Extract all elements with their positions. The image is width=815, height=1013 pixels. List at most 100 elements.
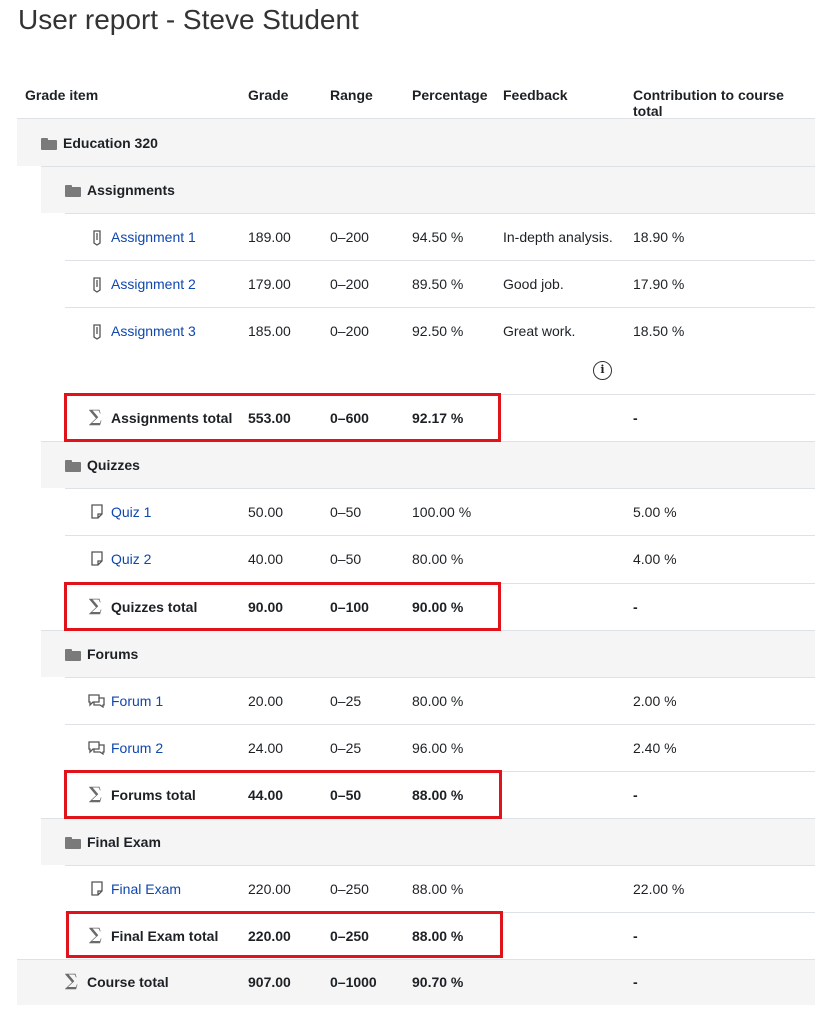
grade-value: 189.00	[248, 229, 291, 245]
col-percentage: Percentage	[412, 87, 488, 103]
grade-value: 90.00	[248, 599, 284, 615]
course-name: Education 320	[63, 135, 158, 151]
range-value: 0–1000	[330, 974, 377, 990]
page-title: User report - Steve Student	[18, 4, 359, 35]
item-link-quiz-2[interactable]: Quiz 2	[111, 551, 151, 567]
sigma-icon: ∑	[89, 407, 102, 427]
item-link-quiz-1[interactable]: Quiz 1	[111, 504, 151, 520]
col-feedback: Feedback	[503, 87, 568, 103]
contribution-value: 18.90 %	[633, 229, 685, 245]
table-header: Grade item Grade Range Percentage Feedba…	[0, 70, 815, 119]
percentage-value: 88.00 %	[412, 787, 464, 803]
grade-value: 179.00	[248, 276, 291, 292]
percentage-value: 80.00 %	[412, 693, 464, 709]
total-name: Assignments total	[111, 410, 233, 426]
folder-icon	[65, 185, 81, 197]
assignment-icon	[93, 324, 101, 340]
feedback-value: Great work.	[503, 323, 576, 339]
item-link-assignment-2[interactable]: Assignment 2	[111, 276, 196, 292]
grade-value: 20.00	[248, 693, 284, 709]
category-total-row: ∑ Forums total 44.00 0–50 88.00 % -	[65, 771, 815, 818]
percentage-value: 88.00 %	[412, 881, 464, 897]
table-row: Assignment 1 189.00 0–200 94.50 % In-dep…	[65, 213, 815, 260]
grade-value: 553.00	[248, 410, 291, 426]
category-name: Forums	[87, 646, 139, 662]
range-value: 0–250	[330, 928, 369, 944]
item-link-forum-2[interactable]: Forum 2	[111, 740, 163, 756]
feedback-value: In-depth analysis.	[503, 229, 613, 245]
grade-value: 24.00	[248, 740, 284, 756]
grade-value: 50.00	[248, 504, 284, 520]
contribution-value: -	[633, 599, 638, 615]
col-contribution: Contribution to course total	[633, 87, 784, 119]
sigma-icon: ∑	[65, 971, 78, 991]
total-name: Course total	[87, 974, 169, 990]
contribution-value: -	[633, 410, 638, 426]
contribution-value: 22.00 %	[633, 881, 685, 897]
percentage-value: 94.50 %	[412, 229, 464, 245]
percentage-value: 96.00 %	[412, 740, 464, 756]
range-value: 0–100	[330, 599, 369, 615]
grade-value: 220.00	[248, 928, 291, 944]
percentage-value: 92.50 %	[412, 323, 464, 339]
percentage-value: 92.17 %	[412, 410, 464, 426]
range-value: 0–50	[330, 787, 362, 803]
quiz-icon	[91, 504, 103, 519]
table-row: Forum 2 24.00 0–25 96.00 % 2.40 %	[65, 724, 815, 771]
percentage-value: 90.70 %	[412, 974, 464, 990]
item-link-assignment-1[interactable]: Assignment 1	[111, 229, 196, 245]
folder-icon	[65, 837, 81, 849]
folder-icon	[65, 460, 81, 472]
contribution-value: -	[633, 974, 638, 990]
forum-icon	[88, 694, 105, 708]
table-row: Quiz 1 50.00 0–50 100.00 % 5.00 %	[65, 488, 815, 535]
total-name: Final Exam total	[111, 928, 219, 944]
col-grade-item: Grade item	[25, 87, 99, 103]
forum-icon	[88, 741, 105, 755]
range-value: 0–600	[330, 410, 369, 426]
quiz-icon	[91, 551, 103, 566]
col-range: Range	[330, 87, 373, 103]
range-value: 0–200	[330, 276, 369, 292]
category-row-final-exam: Final Exam	[41, 818, 815, 865]
info-icon[interactable]: i	[593, 361, 612, 380]
grade-value: 44.00	[248, 787, 284, 803]
grade-value: 220.00	[248, 881, 291, 897]
table-row: Forum 1 20.00 0–25 80.00 % 2.00 %	[65, 677, 815, 724]
folder-icon	[41, 138, 57, 150]
contribution-value: 18.50 %	[633, 323, 685, 339]
category-name: Assignments	[87, 182, 175, 198]
range-value: 0–50	[330, 551, 362, 567]
course-category-row: Education 320	[17, 118, 815, 166]
sigma-icon: ∑	[89, 925, 102, 945]
col-grade: Grade	[248, 87, 289, 103]
percentage-value: 89.50 %	[412, 276, 464, 292]
table-row: Quiz 2 40.00 0–50 80.00 % 4.00 %	[65, 535, 815, 583]
quiz-icon	[91, 881, 103, 896]
assignment-icon	[93, 230, 101, 246]
range-value: 0–200	[330, 229, 369, 245]
item-link-forum-1[interactable]: Forum 1	[111, 693, 163, 709]
percentage-value: 88.00 %	[412, 928, 464, 944]
category-total-row: ∑ Quizzes total 90.00 0–100 90.00 % -	[65, 583, 815, 630]
grade-value: 185.00	[248, 323, 291, 339]
range-value: 0–200	[330, 323, 369, 339]
category-row-assignments: Assignments	[41, 166, 815, 213]
grade-value: 907.00	[248, 974, 291, 990]
category-row-forums: Forums	[41, 630, 815, 677]
item-link-assignment-3[interactable]: Assignment 3	[111, 323, 196, 339]
category-row-quizzes: Quizzes	[41, 441, 815, 488]
contribution-value: 2.00 %	[633, 693, 677, 709]
feedback-value: Good job.	[503, 276, 564, 292]
contribution-value: -	[633, 928, 638, 944]
folder-icon	[65, 649, 81, 661]
percentage-value: 80.00 %	[412, 551, 464, 567]
grade-value: 40.00	[248, 551, 284, 567]
range-value: 0–250	[330, 881, 369, 897]
item-link-final-exam[interactable]: Final Exam	[111, 881, 181, 897]
category-name: Final Exam	[87, 834, 161, 850]
assignment-icon	[93, 277, 101, 293]
contribution-value: -	[633, 787, 638, 803]
table-row: Final Exam 220.00 0–250 88.00 % 22.00 %	[65, 865, 815, 912]
contribution-value: 2.40 %	[633, 740, 677, 756]
